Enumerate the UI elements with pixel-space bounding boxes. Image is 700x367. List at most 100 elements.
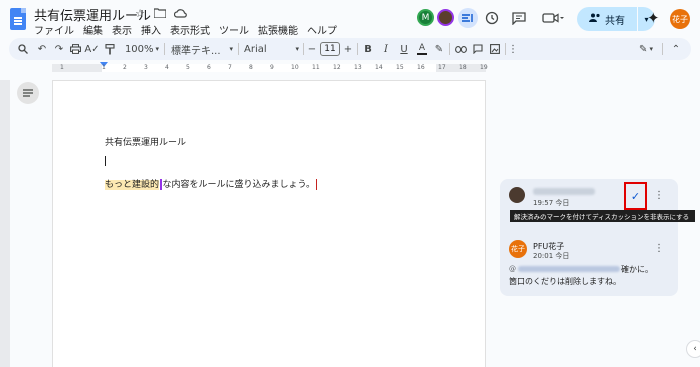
- share-label: 共有: [605, 15, 625, 27]
- resolve-tooltip: 解決済みのマークを付けてディスカッションを非表示にする: [510, 210, 695, 222]
- meet-icon[interactable]: [540, 8, 566, 28]
- document-page[interactable]: 共有伝票運用ルール もっと建設的 な内容をルールに盛り込みましょう。: [52, 80, 486, 367]
- ruler-tick-label: 13: [354, 64, 362, 71]
- chevron-down-icon: ▾: [295, 45, 299, 53]
- share-button[interactable]: 共有: [577, 7, 637, 31]
- reply-text-line2: 箇口のくだりは削除しますね。: [509, 277, 621, 286]
- ruler-tick-label: 12: [333, 64, 341, 71]
- menu-file[interactable]: ファイル: [34, 22, 74, 37]
- vertical-ruler[interactable]: [0, 80, 10, 367]
- more-options-icon[interactable]: ⋮: [508, 38, 518, 60]
- menu-view[interactable]: 表示: [112, 22, 132, 37]
- toolbar-divider: [357, 43, 358, 55]
- cloud-status-icon[interactable]: [173, 6, 187, 20]
- toolbar-divider: [449, 43, 450, 55]
- toolbar-divider: [164, 43, 165, 55]
- commenter-name-redacted: [533, 188, 595, 195]
- ruler-tick-label: 17: [438, 64, 446, 71]
- resolve-button[interactable]: ✓: [624, 182, 647, 210]
- reply-mention: @: [509, 265, 620, 273]
- ruler-tick-label: 8: [249, 64, 253, 71]
- formatting-toolbar: ↶ ↷ A✓ 100% ▾ 標準テキ... ▾ Arial ▾ − 11 + B…: [9, 38, 691, 60]
- ruler-content-area: [102, 64, 436, 72]
- ruler-tick-label: 3: [144, 64, 148, 71]
- ruler-tick-label: 18: [459, 64, 467, 71]
- insert-comment-icon[interactable]: [471, 38, 485, 60]
- commented-paragraph[interactable]: もっと建設的 な内容をルールに盛り込みましょう。: [105, 177, 318, 190]
- reply-more-icon[interactable]: ⋮: [654, 243, 664, 254]
- hide-menus-chevron-up-icon[interactable]: ⌃: [669, 38, 683, 60]
- bold-icon[interactable]: B: [361, 38, 375, 60]
- font-size-input[interactable]: 11: [320, 42, 340, 56]
- toolbar-divider: [238, 43, 239, 55]
- ruler-tick-label: 4: [165, 64, 169, 71]
- paragraph-style-value: 標準テキ...: [171, 45, 221, 57]
- account-avatar[interactable]: 花子: [670, 9, 690, 29]
- ruler-tick-label: 19: [480, 64, 488, 71]
- redo-icon[interactable]: ↷: [52, 38, 66, 60]
- underline-icon[interactable]: U: [397, 38, 411, 60]
- menu-tools[interactable]: ツール: [219, 22, 249, 37]
- text-color-icon[interactable]: A: [415, 38, 429, 60]
- font-family-select[interactable]: Arial ▾: [244, 38, 299, 60]
- menu-insert[interactable]: 挿入: [141, 22, 161, 37]
- collapse-panel-chevron-left-icon[interactable]: ‹: [686, 340, 700, 358]
- italic-icon[interactable]: I: [379, 38, 393, 60]
- paragraph-style-select[interactable]: 標準テキ... ▾: [171, 38, 233, 60]
- mention-at: @: [509, 265, 516, 273]
- menu-edit[interactable]: 編集: [83, 22, 103, 37]
- paint-format-icon[interactable]: [103, 38, 117, 60]
- gemini-sparkle-icon[interactable]: ✦: [647, 9, 660, 27]
- increase-font-size-icon[interactable]: +: [342, 38, 354, 60]
- menu-help[interactable]: ヘルプ: [307, 22, 337, 37]
- checkmark-icon: ✓: [630, 189, 641, 203]
- paragraph-text: な内容をルールに盛り込みましょう。: [162, 180, 315, 190]
- docs-logo-icon[interactable]: [10, 8, 26, 30]
- people-icon: [589, 13, 601, 25]
- reply-avatar: 花子: [509, 240, 527, 258]
- spellcheck-icon[interactable]: A✓: [84, 38, 99, 60]
- toolbar-divider: [662, 43, 663, 55]
- ruler-tick-label: 11: [312, 64, 320, 71]
- presence-avatar-m[interactable]: M: [417, 9, 434, 26]
- decrease-font-size-icon[interactable]: −: [306, 38, 318, 60]
- chevron-down-icon: ▾: [155, 45, 160, 53]
- chevron-down-icon: ▾: [649, 45, 653, 53]
- insert-image-icon[interactable]: [488, 38, 502, 60]
- zoom-value: 100%: [124, 43, 154, 55]
- presence-avatar-photo[interactable]: [437, 9, 454, 26]
- comments-icon[interactable]: [509, 8, 529, 28]
- mention-name-redacted: [518, 266, 620, 272]
- version-history-icon[interactable]: [482, 8, 502, 28]
- move-folder-icon[interactable]: [153, 6, 167, 20]
- commenter-avatar: [509, 187, 525, 203]
- undo-icon[interactable]: ↶: [35, 38, 49, 60]
- pencil-icon: ✎: [639, 43, 648, 55]
- activity-icon[interactable]: [458, 8, 478, 28]
- ruler-tick-label: 9: [270, 64, 274, 71]
- insert-link-icon[interactable]: [454, 38, 468, 60]
- zoom-select[interactable]: 100% ▾: [124, 38, 160, 60]
- collaborator-cursor-red: [315, 179, 318, 190]
- ruler-tick-label: 10: [291, 64, 299, 71]
- ruler-tick-label: 5: [186, 64, 190, 71]
- print-icon[interactable]: [68, 38, 82, 60]
- highlight-color-icon[interactable]: ✎: [432, 38, 446, 60]
- menu-bar: ファイル 編集 表示 挿入 表示形式 ツール 拡張機能 ヘルプ: [34, 22, 337, 37]
- title-icons: ☆: [133, 6, 187, 20]
- comment-more-icon[interactable]: ⋮: [654, 190, 664, 201]
- menu-format[interactable]: 表示形式: [170, 22, 210, 37]
- menu-extensions[interactable]: 拡張機能: [258, 22, 298, 37]
- ruler-tick-label: 1: [102, 64, 106, 71]
- comment-highlight[interactable]: もっと建設的: [105, 180, 160, 190]
- search-icon[interactable]: [16, 38, 30, 60]
- reply-text-line1: 確かに。: [621, 265, 653, 274]
- collaborator-cursor: [160, 179, 162, 190]
- comment-timestamp: 19:57 今日: [533, 199, 570, 207]
- ruler-tick-label: 6: [207, 64, 211, 71]
- editing-mode-select[interactable]: ✎ ▾: [635, 38, 657, 60]
- horizontal-ruler[interactable]: 1 1 2 3 4 5 6 7 8 9 10 11 12 13 14 15 16 17 18 19: [52, 62, 488, 74]
- document-outline-icon[interactable]: [17, 82, 39, 104]
- star-icon[interactable]: ☆: [133, 6, 147, 20]
- ruler-tick-label: 1: [60, 64, 64, 71]
